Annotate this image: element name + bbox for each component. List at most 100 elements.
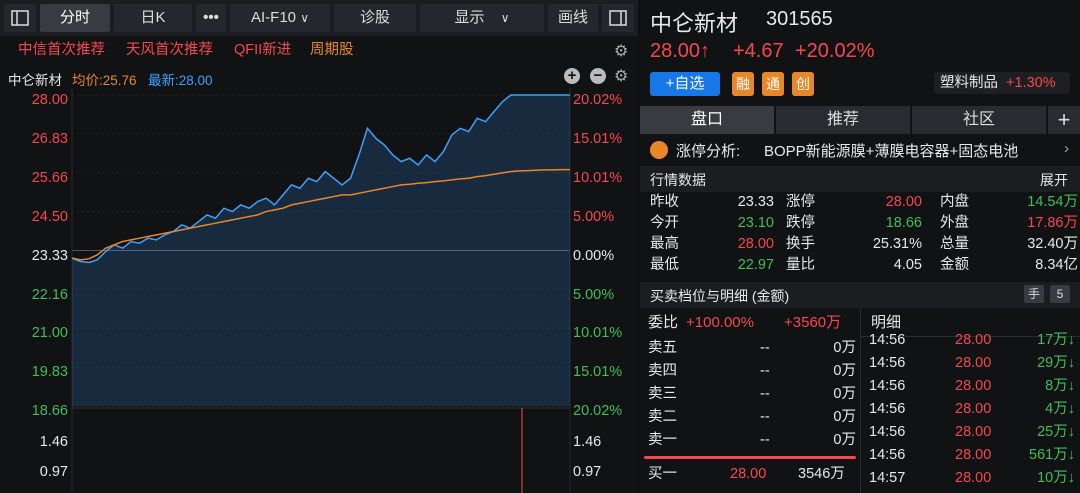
y-axis-pct-label: 15.01% [573,130,623,147]
tag-cyclical[interactable]: 周期股 [310,39,354,61]
tab-order-book[interactable]: 盘口 [640,106,774,134]
sell-level-label: 卖五 [648,340,677,356]
sell-level-volume: 0万 [833,432,856,448]
chart-stock-name: 中仑新材 [8,73,62,88]
volume-axis-label: 0.97 [39,464,68,480]
tab-stock-diagnosis[interactable]: 诊股 [334,4,416,32]
tag-qfii[interactable]: QFII新进 [234,39,291,61]
sell-level-volume: 0万 [833,363,856,379]
market-data-header: 行情数据 展开 [640,166,1080,192]
market-value: 17.86万 [1027,215,1078,231]
sell-level-label: 卖四 [648,363,677,379]
y-axis-pct-label: 20.02% [573,403,623,420]
latest-price: 最新:28.00 [148,73,213,88]
trade-price: 28.00 [955,447,992,463]
market-data-grid: 昨收 23.33 涨停 28.00 内盘 14.54万 今开 23.10 跌停 18.66 外盘 17… [640,192,1080,280]
market-value: 22.97 [737,257,774,273]
margin-badge[interactable]: 融 [732,72,754,96]
avg-price: 均价:25.76 [72,73,137,88]
buy1-label: 买一 [648,466,677,482]
market-data-title: 行情数据 [650,172,706,188]
add-watchlist-button[interactable]: +自选 [650,72,720,96]
sell-level-price: -- [760,432,770,448]
sell-level-label: 卖二 [648,409,677,425]
sell-buy-divider [644,456,856,459]
zoom-in-icon[interactable]: + [564,68,580,84]
trade-price: 28.00 [955,401,992,417]
sell-level-label: 卖三 [648,386,677,402]
tab-ai-f10[interactable]: AI-F10 ∨ [230,4,330,32]
y-axis-price-label: 26.83 [31,130,68,147]
gear-icon[interactable]: ⚙ [614,41,628,61]
trade-volume: 17万↓ [1037,332,1075,348]
y-axis-pct-label: 10.01% [573,169,623,186]
chinext-badge[interactable]: 创 [792,72,814,96]
fire-icon [650,141,668,159]
trade-time: 14:57 [869,470,906,486]
trade-price: 28.00 [955,355,992,371]
market-label: 最低 [650,257,679,273]
tab-recommend[interactable]: 推荐 [776,106,910,134]
trade-price: 28.00 [955,424,992,440]
trade-time: 14:56 [869,332,906,348]
chevron-right-icon: › [1064,140,1069,157]
y-axis-pct-label: 5.00% [573,286,615,303]
market-value: 28.00 [885,194,922,210]
sell-level-price: -- [760,409,770,425]
volume-axis-label: 1.46 [39,434,68,450]
intraday-chart-panel: 分时 日K ••• AI-F10 ∨ 诊股 显示 ∨ 画线 中信首次推荐 天风首… [0,0,638,493]
tab-community[interactable]: 社区 [912,106,1046,134]
hand-unit-button[interactable]: 手 [1024,285,1044,303]
limit-analysis-label: 涨停分析: [676,143,741,160]
add-tab-button[interactable]: + [1048,106,1080,134]
sidebar-toggle-icon[interactable] [4,4,36,32]
market-label: 内盘 [940,194,969,210]
market-value: 23.10 [737,215,774,231]
sell-level-volume: 0万 [833,386,856,402]
market-label: 最高 [650,236,679,252]
volume-axis-label: 0.97 [573,464,602,480]
market-label: 昨收 [650,194,679,210]
trade-time: 14:56 [869,424,906,440]
sell-level-label: 卖一 [648,432,677,448]
sector-chip[interactable]: 塑料制品 +1.30% [934,72,1070,94]
trade-volume: 29万↓ [1037,355,1075,371]
expand-button[interactable]: 展开 [1040,170,1068,190]
buy1-volume: 3546万 [798,466,845,482]
price-chart[interactable] [0,88,638,493]
connect-badge[interactable]: 通 [762,72,784,96]
market-value: 23.33 [737,194,774,210]
tag-row: 中信首次推荐 天风首次推荐 QFII新进 周期股 ⚙ [0,36,638,64]
trade-volume: 4万↓ [1045,401,1075,417]
market-label: 外盘 [940,215,969,231]
orderbook-header: 买卖档位与明细 (金额) 手 5 [640,282,1080,308]
limit-analysis-row[interactable]: 涨停分析: BOPP新能源膜+薄膜电容器+固态电池 › [640,136,1080,164]
market-label: 涨停 [786,194,815,210]
trade-price: 28.00 [955,378,992,394]
price-change-pct: +20.02% [795,40,875,62]
zoom-out-icon[interactable]: − [590,68,606,84]
display-dropdown[interactable]: 显示 ∨ [420,4,544,32]
market-label: 今开 [650,215,679,231]
tag-citic[interactable]: 中信首次推荐 [18,39,105,61]
y-axis-pct-label: 5.00% [573,208,615,225]
draw-line-button[interactable]: 画线 [548,4,598,32]
tag-tianfeng[interactable]: 天风首次推荐 [126,39,213,61]
y-axis-pct-label: 0.00% [573,247,615,264]
depth-level-button[interactable]: 5 [1050,285,1070,303]
market-value: 25.31% [872,236,922,252]
chevron-down-icon: ∨ [300,11,309,25]
tab-daily-k[interactable]: 日K [114,4,192,32]
panel-toggle-icon[interactable] [602,4,634,32]
trade-volume: 8万↓ [1045,378,1075,394]
y-axis-pct-label: 10.01% [573,325,623,342]
quote-panel: 中仑新材 301565 28.00↑ +4.67 +20.02% +自选 融 通… [640,0,1080,493]
gear-icon[interactable]: ⚙ [614,66,628,86]
limit-analysis-text: BOPP新能源膜+薄膜电容器+固态电池 [764,143,1019,160]
market-value: 4.05 [893,257,922,273]
more-tabs-button[interactable]: ••• [196,4,226,32]
trade-volume: 25万↓ [1037,424,1075,440]
market-label: 换手 [786,236,815,252]
y-axis-price-label: 25.66 [31,169,68,186]
tab-intraday[interactable]: 分时 [40,4,110,32]
